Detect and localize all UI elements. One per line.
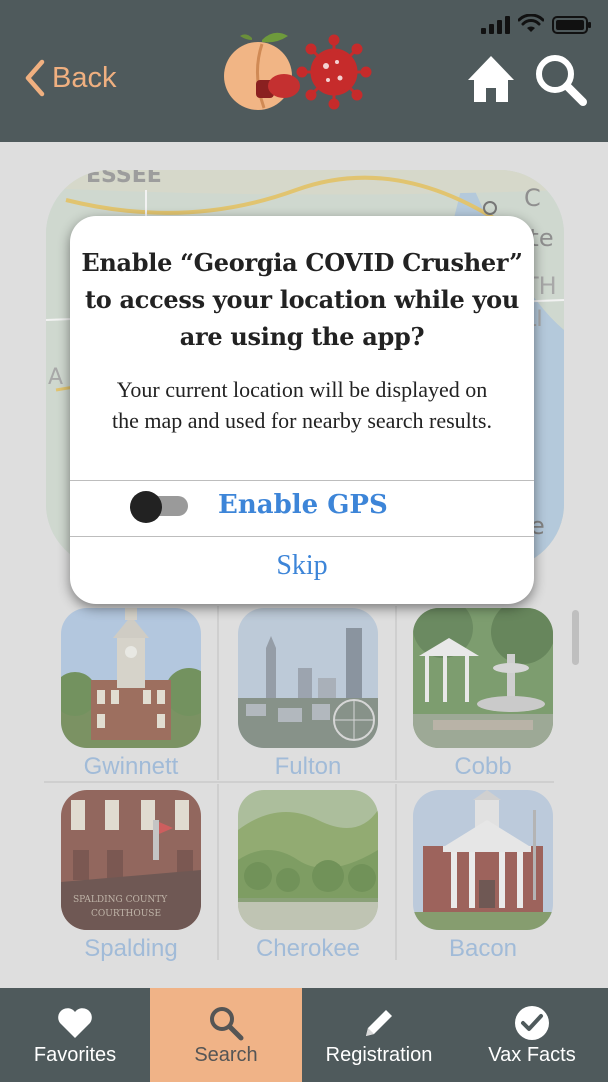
tab-label: Search (194, 1044, 258, 1066)
dialog-divider (70, 536, 534, 537)
cellular-signal-icon (481, 14, 510, 34)
app-header: Back (0, 0, 608, 142)
tab-label: Registration (325, 1044, 433, 1066)
tab-registration[interactable]: Registration (302, 988, 456, 1082)
dialog-divider (70, 480, 534, 481)
heart-icon (58, 1008, 92, 1038)
status-bar (481, 8, 591, 34)
search-icon[interactable] (534, 54, 588, 106)
home-icon[interactable] (466, 54, 516, 104)
tab-label: Favorites (33, 1044, 117, 1066)
enable-gps-label[interactable]: Enable GPS (218, 490, 388, 520)
tab-vax-facts[interactable]: Vax Facts (456, 988, 608, 1082)
dialog-title: Enable “Georgia COVID Crusher” to access… (81, 248, 523, 351)
enable-gps-row[interactable]: Enable GPS (70, 482, 534, 536)
skip-button[interactable]: Skip (70, 538, 534, 594)
back-button[interactable]: Back (24, 58, 116, 98)
tab-label: Vax Facts (488, 1044, 576, 1066)
wifi-icon (518, 14, 544, 32)
chevron-left-icon (25, 59, 45, 97)
tab-search[interactable]: Search (150, 988, 302, 1082)
search-icon (210, 1007, 244, 1041)
pencil-icon (366, 1010, 392, 1036)
checkmark-circle-icon (515, 1006, 549, 1040)
tab-favorites[interactable]: Favorites (0, 988, 150, 1082)
gps-toggle[interactable] (130, 491, 188, 523)
back-label: Back (52, 61, 117, 94)
dialog-message: Your current location will be displayed … (112, 377, 492, 433)
toggle-knob (130, 491, 162, 523)
battery-icon (552, 16, 591, 34)
peach-vs-virus-logo (224, 32, 372, 110)
bottom-tab-bar: Favorites Search Registration Vax Facts (0, 988, 608, 1082)
location-permission-dialog: Enable “Georgia COVID Crusher” to access… (70, 216, 534, 604)
